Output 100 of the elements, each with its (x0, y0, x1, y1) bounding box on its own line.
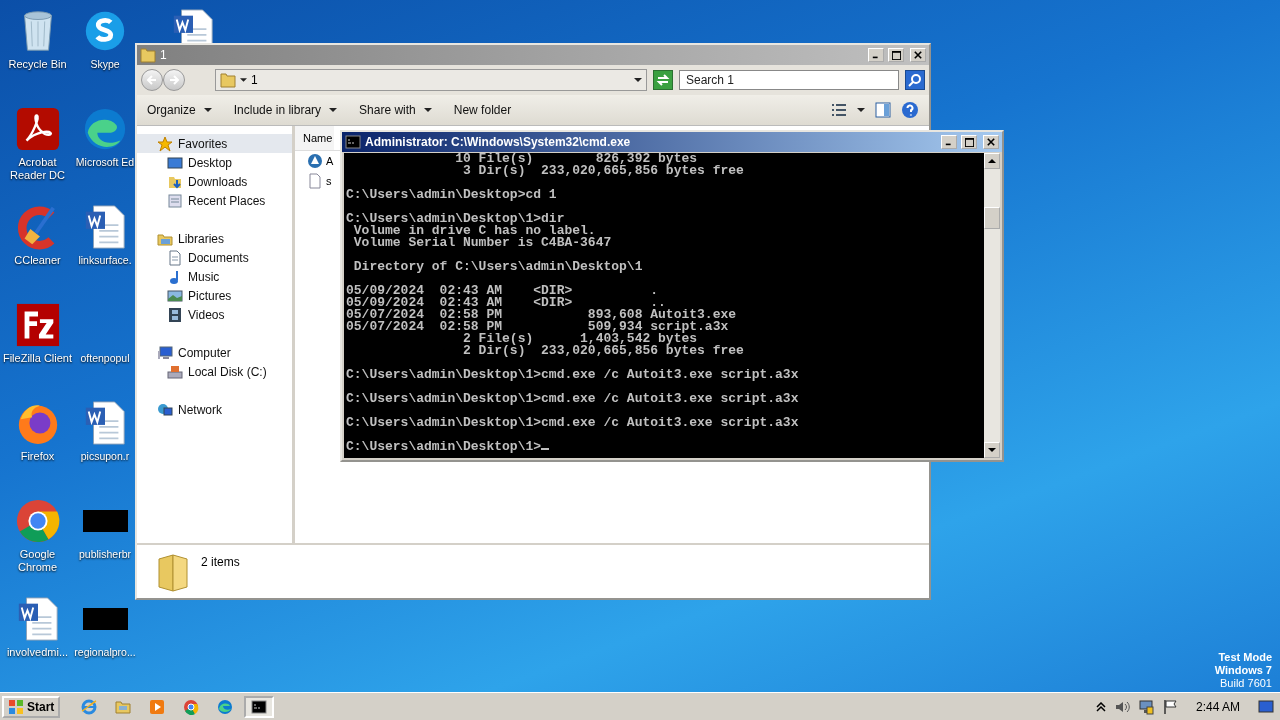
nav-item[interactable]: Videos (137, 305, 292, 324)
desktop-icon-label[interactable]: Recycle Bin (1, 58, 74, 71)
network-icon[interactable] (1137, 698, 1154, 715)
computer-icon (157, 344, 173, 361)
terminal-line: 2 File(s) 1,403,542 bytes (462, 333, 698, 345)
desktop-icon-label[interactable]: CCleaner (1, 254, 74, 267)
start-button[interactable]: Start (2, 695, 61, 718)
folder-icon (140, 47, 156, 63)
nav-item[interactable]: Favorites (137, 134, 292, 153)
os-notice-text: Build 7601 (1220, 677, 1272, 690)
refresh-button[interactable] (653, 70, 673, 90)
terminal-line: 10 File(s) 826,392 bytes (454, 153, 698, 165)
caret-icon (203, 108, 212, 112)
file-icon (307, 173, 323, 189)
toolbar-button[interactable]: Share with (359, 101, 432, 119)
caret-icon (423, 108, 432, 112)
scrollbar[interactable] (984, 153, 1000, 458)
desktop-icon-label[interactable]: linksurface. (78, 254, 132, 267)
terminal-line: 05/07/2024 02:58 PM 893,608 Autoit3.exe (346, 309, 738, 321)
maximize-icon (964, 137, 974, 147)
nav-item[interactable]: Libraries (137, 229, 292, 248)
edge-icon (217, 698, 234, 715)
desktop-icon-label[interactable]: Firefox (1, 450, 74, 463)
autoit-icon (307, 153, 323, 169)
command-prompt-icon (251, 698, 268, 715)
file-item[interactable]: s (307, 171, 332, 191)
minimize-button[interactable] (941, 135, 957, 149)
terminal-line: C:\Users\admin\Desktop\1> (346, 441, 982, 453)
nav-item[interactable]: Local Disk (C:) (137, 362, 292, 381)
nav-item[interactable]: Network (137, 400, 292, 419)
nav-item[interactable]: Desktop (137, 153, 292, 172)
chrome-icon (14, 498, 61, 544)
folder-icon (220, 72, 236, 88)
desktop-icon-label[interactable]: Acrobat Reader DC (1, 156, 74, 182)
desktop-icon (167, 154, 183, 171)
desktop-icon-label[interactable]: FileZilla Client (1, 352, 74, 365)
maximize-button[interactable] (888, 48, 904, 62)
nav-item[interactable]: Pictures (137, 286, 292, 305)
desktop-icon-label[interactable]: involvedmi... (1, 646, 74, 659)
view-list-icon[interactable] (831, 103, 847, 117)
folder-icon (157, 553, 189, 593)
scroll-down-icon[interactable] (988, 448, 996, 452)
media-player-icon (149, 698, 166, 715)
window-title: Administrator: C:\Windows\System32\cmd.exe (365, 135, 632, 149)
back-button[interactable] (141, 69, 163, 91)
blank-icon (82, 510, 128, 532)
clock[interactable]: 2:44 AM (1195, 699, 1240, 714)
desktop-icon-label[interactable]: publisherbr (79, 548, 131, 561)
terminal-line: 05/07/2024 02:58 PM 509,934 script.a3x (346, 321, 730, 333)
toolbar-button[interactable]: Include in library (233, 101, 338, 119)
close-icon (914, 51, 922, 59)
terminal-line: C:\Users\admin\Desktop\1>cmd.exe /c Autoit3.exe script.a3x (346, 393, 800, 405)
help-icon[interactable] (901, 101, 919, 119)
caret-icon[interactable] (857, 108, 865, 112)
close-button[interactable] (910, 48, 926, 62)
close-icon (987, 138, 995, 146)
toolbar-button[interactable]: New folder (453, 101, 512, 119)
minimize-button[interactable] (868, 48, 884, 62)
chevron-icon (240, 78, 247, 82)
scroll-thumb[interactable] (984, 207, 1000, 229)
nav-item[interactable]: Music (137, 267, 292, 286)
column-header[interactable]: Name (295, 126, 335, 150)
chrome-icon (183, 698, 200, 715)
windows-logo-icon (8, 698, 24, 715)
window-title: 1 (160, 48, 168, 62)
forward-button[interactable] (163, 69, 185, 91)
toolbar-button[interactable]: Organize (147, 101, 212, 119)
address-field[interactable]: 1 (215, 69, 647, 91)
flag-icon[interactable] (1161, 698, 1178, 715)
terminal-line: 05/09/2024 02:43 AM <DIR> .. (346, 297, 666, 309)
search-button[interactable] (905, 70, 925, 90)
nav-item[interactable]: Downloads (137, 172, 292, 191)
close-button[interactable] (983, 135, 999, 149)
edge-icon (82, 106, 128, 152)
forward-arrow-icon (168, 74, 180, 86)
chevron-up-icon[interactable] (1095, 701, 1106, 712)
terminal-line: Directory of C:\Users\admin\Desktop\1 (352, 261, 644, 273)
nav-item[interactable]: Computer (137, 343, 292, 362)
search-icon (908, 73, 922, 87)
pictures-icon (167, 287, 183, 304)
nav-item[interactable]: Documents (137, 248, 292, 267)
nav-item[interactable]: Recent Places (137, 191, 292, 210)
desktop-icon-label[interactable]: oftenpopul (80, 352, 130, 365)
maximize-button[interactable] (961, 135, 977, 149)
terminal-line: Volume in drive C has no label. (353, 225, 596, 237)
show-desktop-icon[interactable] (1258, 698, 1274, 715)
network-icon (157, 401, 173, 418)
terminal-line: C:\Users\admin\Desktop\1>cmd.exe /c Autoit3.exe script.a3x (346, 417, 800, 429)
item-count: 2 items (201, 555, 240, 569)
search-field[interactable]: Search 1 (679, 70, 899, 90)
desktop-icon-label[interactable]: picsupon.r (80, 450, 130, 463)
preview-pane-icon[interactable] (875, 102, 891, 118)
folder-icon (115, 698, 132, 715)
file-item[interactable]: A (307, 151, 334, 171)
pdf-icon (14, 106, 61, 152)
desktop-icon-label[interactable]: Skype (90, 58, 120, 71)
taskbar-app-button[interactable] (244, 695, 275, 718)
desktop-icon-label[interactable]: Microsoft Ed (75, 156, 135, 169)
scroll-up-icon[interactable] (988, 159, 996, 163)
desktop-icon-label[interactable]: Google Chrome (1, 548, 74, 574)
